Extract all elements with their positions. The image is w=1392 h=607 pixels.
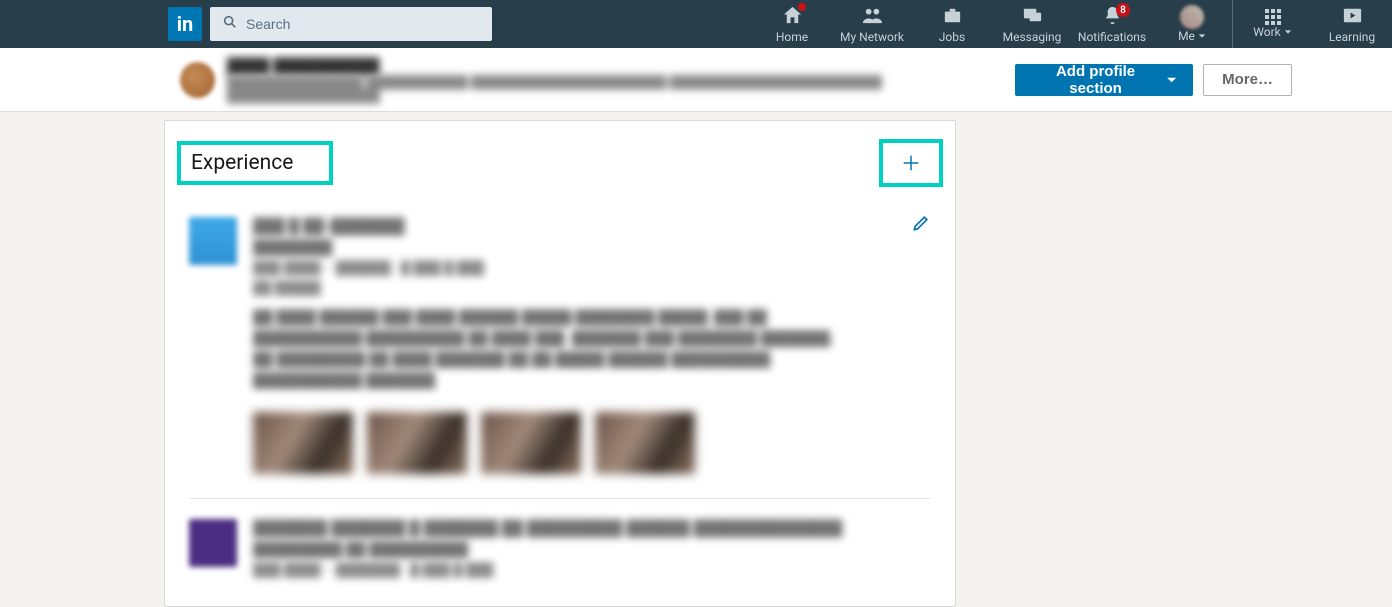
jobs-icon [941, 4, 964, 30]
nav-label: Jobs [939, 30, 965, 44]
linkedin-logo[interactable]: in [168, 7, 202, 41]
nav-jobs[interactable]: Jobs [912, 0, 992, 48]
learning-icon [1341, 4, 1364, 30]
nav-me[interactable]: Me [1152, 0, 1232, 48]
chevron-down-icon [1198, 32, 1206, 40]
experience-role: ███████ ███████ █ ███████ ██ █████████ █… [253, 519, 931, 537]
profile-tagline: ████████████████ ████████████ ██████████… [227, 75, 1015, 103]
experience-title-highlight: Experience [177, 141, 333, 185]
sub-bar-actions: Add profile section More… [1015, 64, 1292, 96]
experience-role: ███ █ ██-███████ [253, 217, 931, 235]
experience-location: ██ █████ [253, 280, 931, 296]
nav-label: Learning [1329, 30, 1375, 44]
avatar[interactable] [180, 62, 215, 98]
plus-icon [900, 152, 922, 174]
company-logo[interactable] [189, 217, 237, 265]
notifications-badge: 8 [1116, 3, 1130, 17]
experience-dates: ███ ████ – ███████ · █ ███ █ ███ [253, 562, 931, 578]
nav-label: Notifications [1078, 30, 1146, 44]
global-nav: in Home My Network Jobs [0, 0, 1392, 48]
nav-items: Home My Network Jobs Messaging 8 N [752, 0, 1392, 48]
experience-item: ███ █ ██-███████ ████████ ███ ████ – ███… [189, 207, 931, 498]
home-badge-dot [798, 3, 806, 11]
media-thumbnails [253, 412, 931, 474]
chevron-down-icon [1284, 28, 1292, 36]
experience-company: ████████ [253, 239, 931, 256]
nav-learning[interactable]: Learning [1312, 0, 1392, 48]
main-wrap: Experience ███ █ ██-███████ ████████ ███… [0, 112, 1392, 607]
experience-body: ███ █ ██-███████ ████████ ███ ████ – ███… [253, 217, 931, 474]
experience-company: █████████ ██ ██████████ [253, 541, 931, 558]
more-button[interactable]: More… [1203, 64, 1292, 96]
messaging-icon [1021, 4, 1044, 30]
search-box[interactable] [210, 7, 492, 41]
chevron-down-icon [1166, 74, 1177, 86]
profile-name: ████ ██████████ [227, 57, 1015, 75]
profile-sticky-bar: ████ ██████████ ████████████████ ███████… [0, 48, 1392, 112]
waffle-icon [1265, 9, 1281, 25]
media-thumbnail[interactable] [481, 412, 581, 474]
experience-title: Experience [191, 151, 293, 175]
nav-network[interactable]: My Network [832, 0, 912, 48]
me-avatar [1180, 5, 1204, 29]
media-thumbnail[interactable] [253, 412, 353, 474]
profile-head-text: ████ ██████████ ████████████████ ███████… [227, 57, 1015, 103]
company-logo[interactable] [189, 519, 237, 567]
experience-card: Experience ███ █ ██-███████ ████████ ███… [164, 120, 956, 607]
nav-home[interactable]: Home [752, 0, 832, 48]
nav-notifications[interactable]: 8 Notifications [1072, 0, 1152, 48]
add-profile-section-button[interactable]: Add profile section [1015, 64, 1193, 96]
add-experience-button[interactable] [899, 151, 923, 175]
media-thumbnail[interactable] [367, 412, 467, 474]
media-thumbnail[interactable] [595, 412, 695, 474]
nav-work[interactable]: Work [1232, 0, 1312, 48]
nav-label: Work [1253, 25, 1291, 39]
nav-messaging[interactable]: Messaging [992, 0, 1072, 48]
add-experience-highlight [879, 139, 943, 187]
experience-item: ███████ ███████ █ ███████ ██ █████████ █… [189, 498, 931, 606]
nav-label: Me [1178, 29, 1206, 43]
experience-dates: ███ ████ – ██████ · █ ███ █ ███ [253, 260, 931, 276]
experience-description: ██ ████ ██████ ███ ████ ██████ █████-███… [253, 308, 853, 392]
search-input[interactable] [210, 7, 492, 41]
nav-label: My Network [840, 30, 904, 44]
search-icon [222, 14, 238, 34]
nav-label: Home [776, 30, 808, 44]
network-icon [861, 4, 884, 30]
experience-body: ███████ ███████ █ ███████ ██ █████████ █… [253, 519, 931, 582]
card-header: Experience [189, 139, 931, 187]
nav-label: Messaging [1003, 30, 1062, 44]
